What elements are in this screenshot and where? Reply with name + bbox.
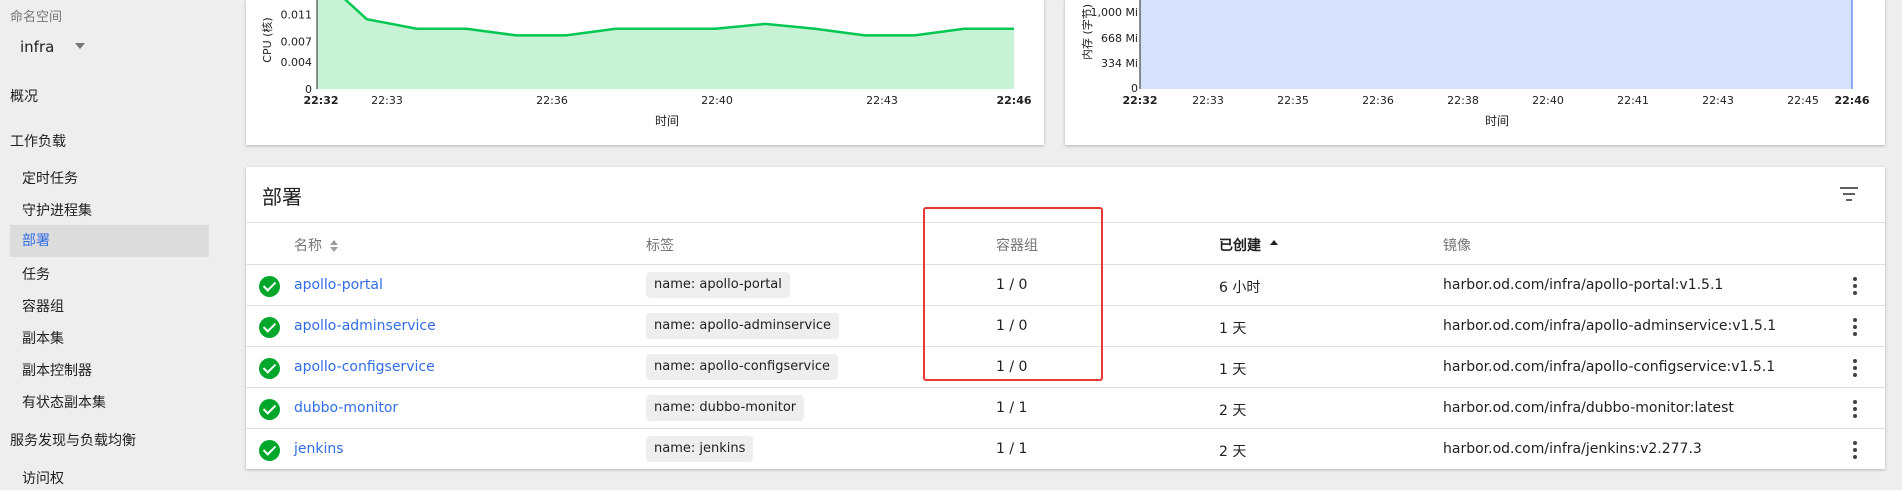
created-age: 6 小时 [1219, 280, 1261, 296]
deployment-name-link[interactable]: apollo-configservice [294, 359, 435, 375]
label-chip: name: dubbo-monitor [646, 395, 805, 421]
image-name: harbor.od.com/infra/apollo-configservice… [1443, 359, 1776, 375]
image-name: harbor.od.com/infra/apollo-portal:v1.5.1 [1443, 277, 1724, 293]
cpu-x-tick-label: 22:46 [996, 94, 1031, 107]
col-header-labels: 标签 [646, 238, 674, 254]
mem-chart-xlabel: 时间 [1485, 114, 1509, 128]
col-header-image: 镜像 [1443, 238, 1471, 254]
cpu-y-tick-label: 0.004 [281, 56, 313, 69]
nav-deployments[interactable]: 部署 [10, 225, 209, 257]
nav-pods[interactable]: 容器组 [22, 296, 64, 316]
cpu-y-tick-label: 0.007 [281, 36, 313, 49]
cpu-x-tick-label: 22:32 [303, 94, 338, 107]
more-vert-icon[interactable] [1853, 359, 1857, 377]
image-name: harbor.od.com/infra/dubbo-monitor:latest [1443, 400, 1734, 416]
mem-x-tick-label: 22:40 [1532, 94, 1564, 107]
nav-jobs[interactable]: 任务 [22, 264, 50, 284]
cpu-x-tick-label: 22:40 [701, 94, 733, 107]
pods-count: 1 / 1 [996, 441, 1028, 457]
image-name: harbor.od.com/infra/apollo-adminservice:… [1443, 318, 1777, 334]
cpu-x-tick-label: 22:33 [371, 94, 403, 107]
mem-y-tick-label: 668 Mi [1101, 32, 1138, 45]
col-header-created[interactable]: 已创建 [1219, 235, 1278, 255]
success-check-icon [259, 399, 280, 420]
mem-x-tick-label: 22:38 [1447, 94, 1479, 107]
created-age: 2 天 [1219, 403, 1247, 419]
memory-chart-card: 内存 (字节) 时间 1,000 Mi 668 Mi 334 Mi 0 22:32 22:… [1065, 0, 1885, 145]
nav-workloads[interactable]: 工作负载 [10, 131, 66, 151]
mem-y-tick-label: 1,000 Mi [1090, 6, 1138, 19]
success-check-icon [259, 276, 280, 297]
mem-x-tick-label: 22:46 [1834, 94, 1869, 107]
mem-x-tick-label: 22:35 [1277, 94, 1309, 107]
created-age: 1 天 [1219, 362, 1247, 378]
label-chip: name: apollo-configservice [646, 354, 839, 380]
cpu-chart-card: CPU (核) 时间 0.011 0.007 0.004 0 22:32 22:33 22:… [246, 0, 1044, 145]
mem-y-tick-label: 334 Mi [1101, 57, 1138, 70]
deployment-name-link[interactable]: jenkins [294, 441, 344, 457]
memory-usage-chart: 内存 (字节) 时间 1,000 Mi668 Mi334 Mi022:32 22:… [1080, 0, 1870, 128]
mem-x-tick-label: 22:43 [1702, 94, 1734, 107]
table-row: jenkins name: jenkins 1 / 1 2 天 harbor.o… [246, 429, 1885, 470]
deployment-name-link[interactable]: apollo-portal [294, 277, 383, 293]
deployment-name-link[interactable]: apollo-adminservice [294, 318, 436, 334]
pods-count: 1 / 1 [996, 400, 1028, 416]
mem-x-tick-label: 22:41 [1617, 94, 1649, 107]
more-vert-icon[interactable] [1853, 277, 1857, 295]
cpu-y-tick-label: 0.011 [281, 8, 313, 21]
col-header-name[interactable]: 名称 [294, 235, 339, 255]
more-vert-icon[interactable] [1853, 318, 1857, 336]
success-check-icon [259, 358, 280, 379]
mem-x-tick-label: 22:32 [1122, 94, 1157, 107]
sidebar: 命名空间 infra 概况 工作负载 定时任务 守护进程集 部署 任务 容器组 … [0, 0, 222, 490]
mem-x-tick-label: 22:36 [1362, 94, 1394, 107]
col-name-label: 名称 [294, 238, 322, 254]
image-name: harbor.od.com/infra/jenkins:v2.277.3 [1443, 441, 1702, 457]
label-chip: name: apollo-adminservice [646, 313, 839, 339]
nav-daemonsets[interactable]: 守护进程集 [22, 200, 92, 220]
table-row: dubbo-monitor name: dubbo-monitor 1 / 1 … [246, 388, 1885, 429]
cpu-chart-ylabel: CPU (核) [260, 17, 274, 62]
success-check-icon [259, 317, 280, 338]
deployment-name-link[interactable]: dubbo-monitor [294, 400, 398, 416]
created-age: 1 天 [1219, 321, 1247, 337]
more-vert-icon[interactable] [1853, 441, 1857, 459]
nav-replicasets[interactable]: 副本集 [22, 328, 64, 348]
highlight-annotation [923, 207, 1103, 381]
nav-replicationcontrollers[interactable]: 副本控制器 [22, 360, 92, 380]
mem-x-tick-label: 22:45 [1787, 94, 1819, 107]
cpu-chart-xlabel: 时间 [655, 114, 679, 128]
col-created-label: 已创建 [1219, 238, 1261, 254]
more-vert-icon[interactable] [1853, 400, 1857, 418]
namespace-select[interactable]: infra [20, 38, 54, 56]
nav-cronjobs[interactable]: 定时任务 [22, 168, 78, 188]
namespace-label: 命名空间 [10, 10, 63, 25]
label-chip: name: jenkins [646, 436, 754, 462]
created-age: 2 天 [1219, 444, 1247, 460]
nav-overview[interactable]: 概况 [10, 86, 38, 106]
nav-ingress[interactable]: 访问权 [22, 468, 64, 488]
mem-area [1140, 0, 1852, 89]
sort-icon[interactable] [330, 239, 339, 253]
cpu-area [317, 0, 1014, 89]
mem-x-tick-label: 22:33 [1192, 94, 1224, 107]
sort-asc-icon[interactable] [1269, 239, 1278, 253]
filter-icon[interactable] [1839, 187, 1859, 203]
deployments-title: 部署 [262, 185, 302, 209]
chevron-down-icon[interactable] [75, 43, 85, 49]
cpu-x-tick-label: 22:36 [536, 94, 568, 107]
nav-discovery[interactable]: 服务发现与负载均衡 [10, 430, 136, 450]
label-chip: name: apollo-portal [646, 272, 790, 298]
cpu-x-tick-label: 22:43 [866, 94, 898, 107]
nav-statefulsets[interactable]: 有状态副本集 [22, 392, 106, 412]
cpu-usage-chart: CPU (核) 时间 0.0110.0070.004022:32 22:33 22:… [260, 0, 1032, 128]
success-check-icon [259, 440, 280, 461]
